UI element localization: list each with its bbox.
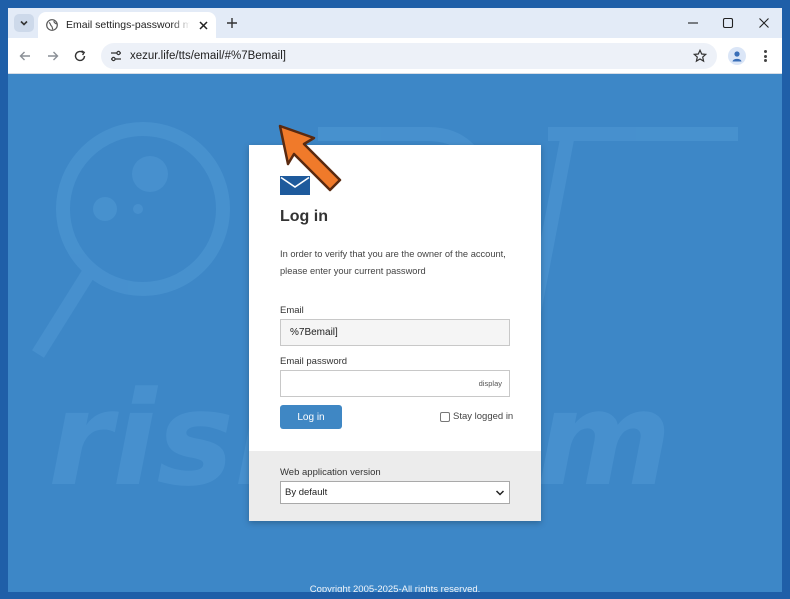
version-select[interactable]: By default	[280, 481, 510, 504]
maximize-icon	[722, 17, 734, 29]
browser-toolbar: xezur.life/tts/email/#%7Bemail]	[8, 38, 782, 74]
profile-icon	[732, 51, 742, 62]
description-line-1: In order to verify that you are the owne…	[280, 249, 506, 259]
new-tab-button[interactable]	[224, 15, 240, 31]
version-label: Web application version	[280, 467, 381, 478]
email-field[interactable]: %7Bemail]	[280, 319, 510, 346]
close-icon	[759, 18, 769, 28]
version-selected: By default	[285, 487, 328, 498]
back-icon	[19, 51, 30, 61]
password-field[interactable]: display	[280, 370, 510, 397]
chevron-down-icon	[495, 490, 505, 496]
close-window-button[interactable]	[757, 16, 771, 30]
reload-button[interactable]	[72, 48, 88, 64]
reload-icon	[74, 50, 86, 62]
forward-button[interactable]	[45, 48, 61, 64]
plus-icon	[227, 18, 237, 28]
display-password-link[interactable]: display	[479, 379, 502, 388]
page-viewport: risk.com Log in In order to verify that …	[8, 74, 782, 592]
copyright-footer: Copyright 2005-2025-All rights reserved.	[309, 584, 481, 592]
tab-close-button[interactable]	[196, 18, 210, 32]
browser-window: Email settings-password maintenance	[8, 8, 782, 592]
menu-icon[interactable]	[760, 48, 770, 64]
close-icon	[198, 20, 208, 30]
tab-active[interactable]: Email settings-password maintenance	[38, 12, 216, 38]
maximize-button[interactable]	[721, 16, 735, 30]
profile-button[interactable]	[728, 47, 746, 65]
page-title: Log in	[280, 208, 328, 225]
url-text[interactable]: xezur.life/tts/email/#%7Bemail]	[130, 50, 286, 62]
tab-list-button[interactable]	[14, 14, 34, 32]
back-button[interactable]	[17, 48, 33, 64]
tab-list-icon	[20, 20, 28, 26]
description-line-2: please enter your current password	[280, 266, 426, 276]
stay-logged-in[interactable]: Stay logged in	[440, 411, 513, 422]
password-label: Email password	[280, 356, 348, 367]
stay-logged-in-label: Stay logged in	[453, 411, 514, 422]
minimize-icon	[688, 22, 698, 24]
tab-strip: Email settings-password maintenance	[8, 8, 782, 38]
stay-logged-in-checkbox[interactable]	[440, 411, 450, 422]
description: In order to verify that you are the owne…	[280, 246, 520, 280]
email-label: Email	[280, 305, 304, 316]
tab-title: Email settings-password maintenance	[66, 19, 190, 31]
email-value: %7Bemail]	[290, 327, 338, 338]
star-icon[interactable]	[693, 49, 707, 63]
site-info-icon[interactable]	[109, 49, 123, 63]
arrow-icon	[278, 124, 342, 192]
address-bar[interactable]: xezur.life/tts/email/#%7Bemail]	[101, 43, 717, 69]
globe-icon	[46, 19, 58, 31]
forward-icon	[48, 51, 59, 61]
minimize-button[interactable]	[686, 16, 700, 30]
login-button[interactable]: Log in	[280, 405, 342, 429]
